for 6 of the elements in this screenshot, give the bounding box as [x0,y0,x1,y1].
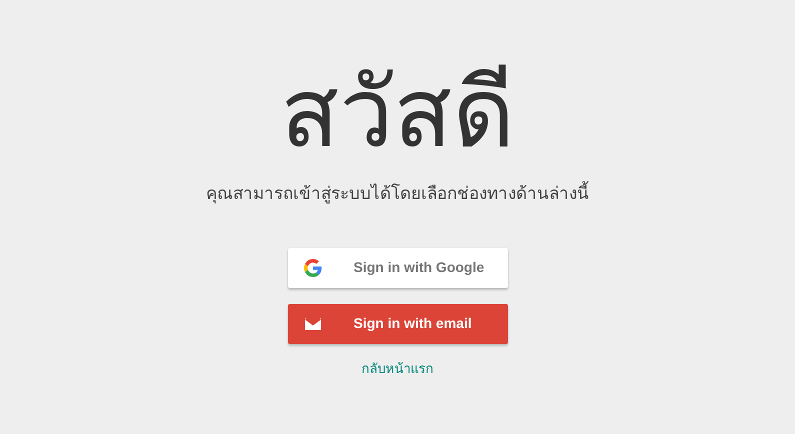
greeting-heading: สวัสดี [280,58,514,168]
email-sign-in-button[interactable]: Sign in with email [288,304,508,344]
google-sign-in-button[interactable]: Sign in with Google [288,248,508,288]
google-icon [304,258,322,277]
instruction-text: คุณสามารถเข้าสู่ระบบได้โดยเลือกช่องทางด้านล่างนี้ [206,182,589,208]
back-home-link[interactable]: กลับหน้าแรก [362,360,434,380]
